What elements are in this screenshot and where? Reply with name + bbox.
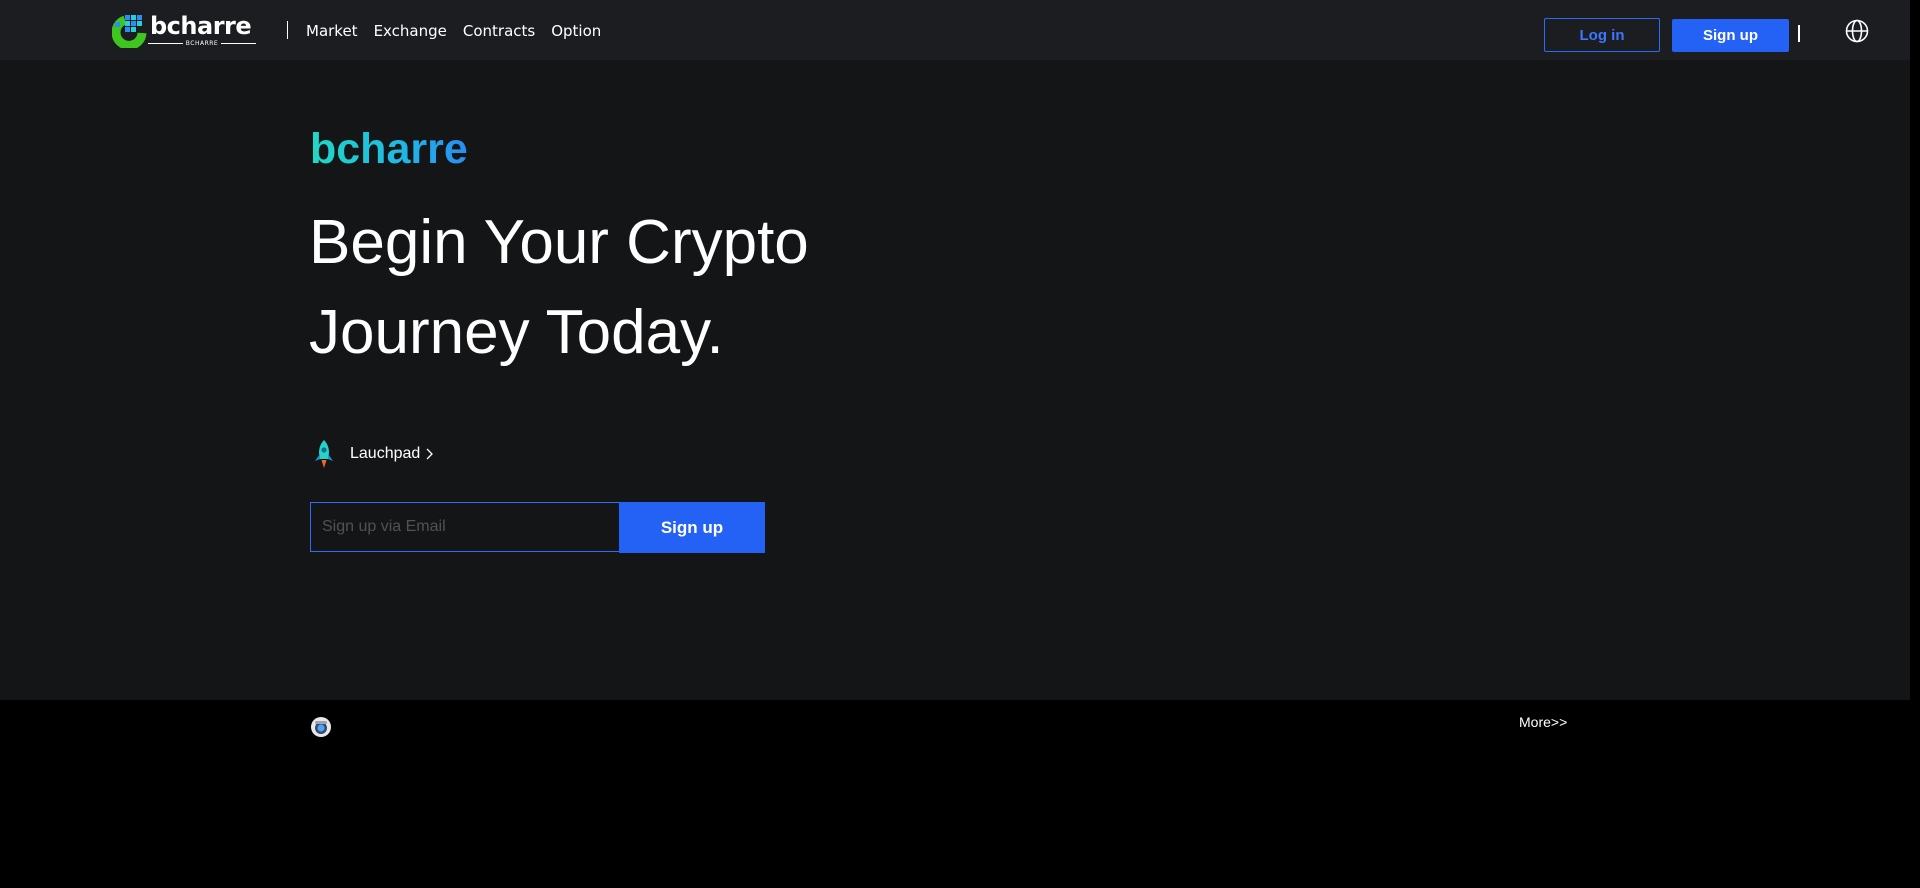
announcement-bar [0, 700, 1910, 888]
announcement-icon [311, 717, 331, 737]
logo-word: bcharre [150, 12, 252, 40]
launchpad-link[interactable]: Lauchpad [310, 438, 434, 470]
hero-brand: bcharre [310, 125, 468, 173]
nav-option[interactable]: Option [551, 18, 601, 44]
logo-subtext: BCHARRE [148, 40, 257, 47]
logo-subtext-label: BCHARRE [185, 40, 219, 47]
hero-signup-button[interactable]: Sign up [619, 502, 765, 553]
logo-text: bcharre BCHARRE [148, 12, 257, 48]
site-logo[interactable]: bcharre BCHARRE [112, 12, 258, 48]
headline-line-2: Journey Today. [309, 298, 724, 367]
login-button[interactable]: Log in [1544, 18, 1660, 52]
nav-market[interactable]: Market [306, 18, 358, 44]
more-link[interactable]: More>> [1519, 714, 1567, 730]
main-nav: Market Exchange Contracts Option [306, 18, 601, 44]
nav-contracts[interactable]: Contracts [463, 18, 535, 44]
top-navigation-bar: bcharre BCHARRE Market Exchange Contract… [0, 0, 1910, 60]
hero-section [0, 60, 1910, 700]
globe-icon[interactable] [1845, 19, 1869, 43]
headline-line-1: Begin Your Crypto [309, 208, 809, 277]
logo-mark-icon [112, 15, 147, 48]
scrollbar-track[interactable] [1910, 0, 1920, 888]
rocket-icon [315, 440, 333, 468]
chevron-right-icon [426, 448, 434, 460]
header-divider [287, 21, 288, 39]
hero-headline: Begin Your Crypto Journey Today. [309, 198, 1009, 378]
header-signup-button[interactable]: Sign up [1672, 19, 1789, 52]
nav-exchange[interactable]: Exchange [374, 18, 447, 44]
launchpad-label: Lauchpad [350, 445, 421, 462]
header-divider-right [1798, 25, 1800, 42]
email-input[interactable] [310, 502, 620, 552]
